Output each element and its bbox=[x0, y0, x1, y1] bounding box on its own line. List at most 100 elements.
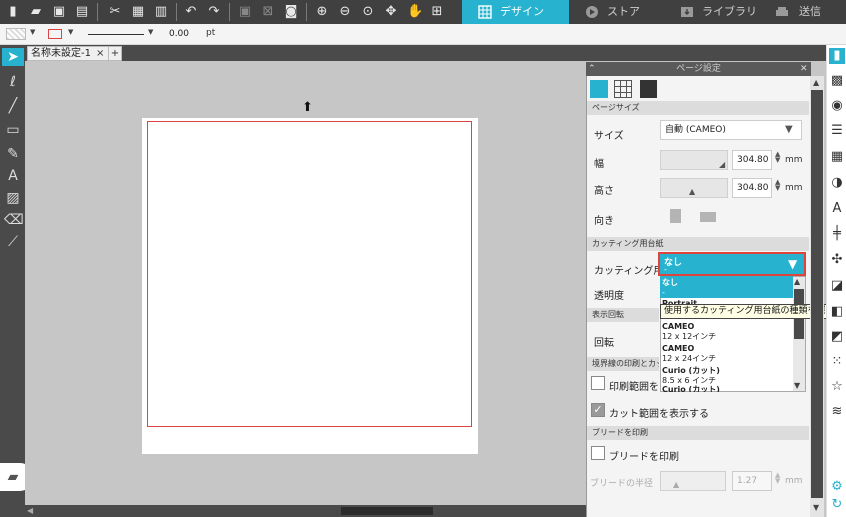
point-edit-icon[interactable]: ℓ bbox=[4, 73, 22, 91]
scroll-up-icon[interactable]: ▲ bbox=[794, 277, 800, 286]
line-style-icon[interactable]: ☰ bbox=[829, 123, 845, 139]
dropdown-scrollbar[interactable]: ▲ ▼ bbox=[793, 277, 805, 391]
fill-pattern-icon[interactable]: ▦ bbox=[829, 149, 845, 165]
add-tab-button[interactable]: + bbox=[108, 46, 122, 61]
library-icon bbox=[681, 7, 693, 17]
chevron-down-icon[interactable]: ▼ bbox=[148, 28, 153, 36]
scroll-up-icon[interactable]: ▲ bbox=[813, 78, 819, 87]
line-width-input[interactable]: 0.00 bbox=[164, 27, 194, 41]
paste-icon[interactable]: ▥ bbox=[154, 5, 168, 19]
select-tool-icon[interactable]: ➤ bbox=[2, 48, 24, 66]
slider-handle-icon[interactable]: ▲ bbox=[673, 480, 679, 489]
slider-handle-icon[interactable]: ◢ bbox=[719, 160, 725, 169]
chevron-down-icon[interactable]: ▼ bbox=[68, 28, 73, 36]
zoom-out-icon[interactable]: ⊖ bbox=[338, 5, 352, 19]
fit-page-icon[interactable]: ⊞ bbox=[430, 5, 444, 19]
new-icon[interactable]: ▮ bbox=[6, 5, 20, 19]
zoom-in-icon[interactable]: ⊕ bbox=[315, 5, 329, 19]
bleed-width-spinner[interactable]: ▲ ▼ bbox=[775, 472, 780, 485]
width-spinner[interactable]: ▲ ▼ bbox=[775, 151, 780, 164]
height-slider[interactable]: ▲ bbox=[660, 178, 728, 198]
page-settings-tab-icon[interactable] bbox=[590, 80, 608, 98]
undo-icon[interactable]: ↶ bbox=[184, 5, 198, 19]
panel-scrollbar[interactable]: ▲ ▼ bbox=[810, 76, 824, 517]
show-cut-checkbox[interactable]: ✓ bbox=[591, 403, 605, 417]
zoom-fit-icon[interactable]: ⊙ bbox=[361, 5, 375, 19]
fill-pattern-swatch[interactable] bbox=[6, 28, 26, 40]
trace-tool-icon[interactable]: ▨ bbox=[4, 189, 22, 207]
gradient-icon[interactable]: ◑ bbox=[829, 175, 845, 191]
text-tool-icon[interactable]: A bbox=[4, 167, 22, 185]
scrollbar-thumb[interactable] bbox=[341, 507, 433, 515]
line-style-sample[interactable] bbox=[88, 34, 144, 35]
tab-design[interactable]: デザイン bbox=[462, 0, 569, 24]
offset-icon[interactable]: ◩ bbox=[829, 329, 845, 345]
size-select[interactable]: 自動 (CAMEO) ▼ bbox=[660, 120, 802, 140]
page-settings-icon[interactable]: ▮ bbox=[829, 48, 845, 64]
height-input[interactable]: 304.80 bbox=[732, 178, 772, 198]
landscape-icon[interactable] bbox=[700, 212, 716, 222]
copy-icon[interactable]: ▦ bbox=[131, 5, 145, 19]
panel-scroll-thumb[interactable] bbox=[811, 90, 823, 498]
tab-store[interactable]: ストア bbox=[569, 0, 664, 24]
cut-icon[interactable]: ✂ bbox=[108, 5, 122, 19]
scroll-left-icon[interactable]: ◀ bbox=[27, 506, 33, 515]
tab-design-label: デザイン bbox=[500, 5, 544, 18]
dropdown-item-label[interactable]: CAMEO bbox=[662, 322, 793, 331]
width-input[interactable]: 304.80 bbox=[732, 150, 772, 170]
chevron-down-icon[interactable]: ▼ bbox=[30, 28, 35, 36]
modify-icon[interactable]: ◧ bbox=[829, 304, 845, 320]
pixel-scan-icon[interactable]: ▩ bbox=[829, 73, 845, 89]
folder-icon[interactable]: ▰ bbox=[4, 468, 22, 486]
refresh-icon[interactable]: ↻ bbox=[829, 497, 845, 513]
align-icon[interactable]: ╪ bbox=[829, 226, 845, 242]
eraser-tool-icon[interactable]: ⌫ bbox=[4, 211, 24, 229]
rectangle-tool-icon[interactable]: ▭ bbox=[4, 121, 22, 139]
scroll-down-icon[interactable]: ▼ bbox=[813, 503, 819, 512]
transform-icon[interactable]: ✣ bbox=[829, 252, 845, 268]
pan-icon[interactable]: ✋ bbox=[407, 5, 423, 19]
open-icon[interactable]: ▰ bbox=[29, 5, 43, 19]
slider-handle-icon[interactable]: ▲ bbox=[689, 187, 695, 196]
close-tab-icon[interactable]: × bbox=[96, 47, 104, 60]
pencil-tool-icon[interactable]: ✎ bbox=[4, 145, 22, 163]
print-icon[interactable]: ▤ bbox=[75, 5, 89, 19]
move-icon[interactable]: ✥ bbox=[384, 5, 398, 19]
tab-send[interactable]: 送信 bbox=[759, 0, 846, 24]
star-icon[interactable]: ☆ bbox=[829, 379, 845, 395]
save-icon[interactable]: ▣ bbox=[52, 5, 66, 19]
compound-icon[interactable]: ◙ bbox=[284, 5, 298, 19]
knife-tool-icon[interactable]: ⟋ bbox=[4, 233, 22, 251]
settings-gear-icon[interactable]: ⚙ bbox=[829, 479, 845, 495]
ungroup-icon[interactable]: ⊠ bbox=[261, 5, 275, 19]
main-toolbar: ▮ ▰ ▣ ▤ ✂ ▦ ▥ ↶ ↷ ▣ ⊠ ◙ ⊕ ⊖ ⊙ ✥ ✋ ⊞ デザイン… bbox=[0, 0, 846, 24]
tab-library[interactable]: ライブラリ bbox=[664, 0, 759, 24]
collapse-icon[interactable]: ⌃ bbox=[588, 62, 596, 76]
document-tab[interactable]: 名称未設定-1 × bbox=[27, 46, 120, 61]
height-spinner[interactable]: ▲ ▼ bbox=[775, 179, 780, 192]
replicate-icon[interactable]: ◪ bbox=[829, 278, 845, 294]
print-range-label: 印刷範囲を表 bbox=[609, 382, 659, 393]
dropdown-item-label[interactable]: Curio (カット) bbox=[662, 366, 793, 375]
portrait-icon[interactable] bbox=[670, 209, 681, 223]
dropdown-item-label[interactable]: CAMEO bbox=[662, 344, 793, 353]
bleed-width-slider[interactable]: ▲ bbox=[660, 471, 726, 491]
grid-settings-icon[interactable] bbox=[614, 80, 632, 98]
line-color-swatch[interactable] bbox=[48, 29, 62, 39]
group-icon[interactable]: ▣ bbox=[238, 5, 252, 19]
sketch-icon[interactable]: ≋ bbox=[829, 404, 845, 420]
line-tool-icon[interactable]: ╱ bbox=[4, 97, 22, 115]
panel-close-icon[interactable]: ✕ bbox=[800, 62, 808, 76]
mat-select[interactable]: なし - ▼ bbox=[658, 252, 806, 276]
text-style-icon[interactable]: A bbox=[829, 201, 845, 217]
scroll-down-icon[interactable]: ▼ bbox=[794, 381, 800, 390]
redo-icon[interactable]: ↷ bbox=[207, 5, 221, 19]
registration-marks-icon[interactable] bbox=[640, 80, 657, 98]
print-range-checkbox[interactable] bbox=[591, 376, 605, 390]
palette-icon[interactable]: ◉ bbox=[829, 98, 845, 114]
bleed-checkbox[interactable] bbox=[591, 446, 605, 460]
dropdown-item-label[interactable]: Curio (カット) bbox=[662, 385, 793, 392]
bleed-width-input[interactable]: 1.27 bbox=[732, 471, 772, 491]
width-slider[interactable]: ◢ bbox=[660, 150, 728, 170]
trace-icon[interactable]: ⁙ bbox=[829, 354, 845, 370]
